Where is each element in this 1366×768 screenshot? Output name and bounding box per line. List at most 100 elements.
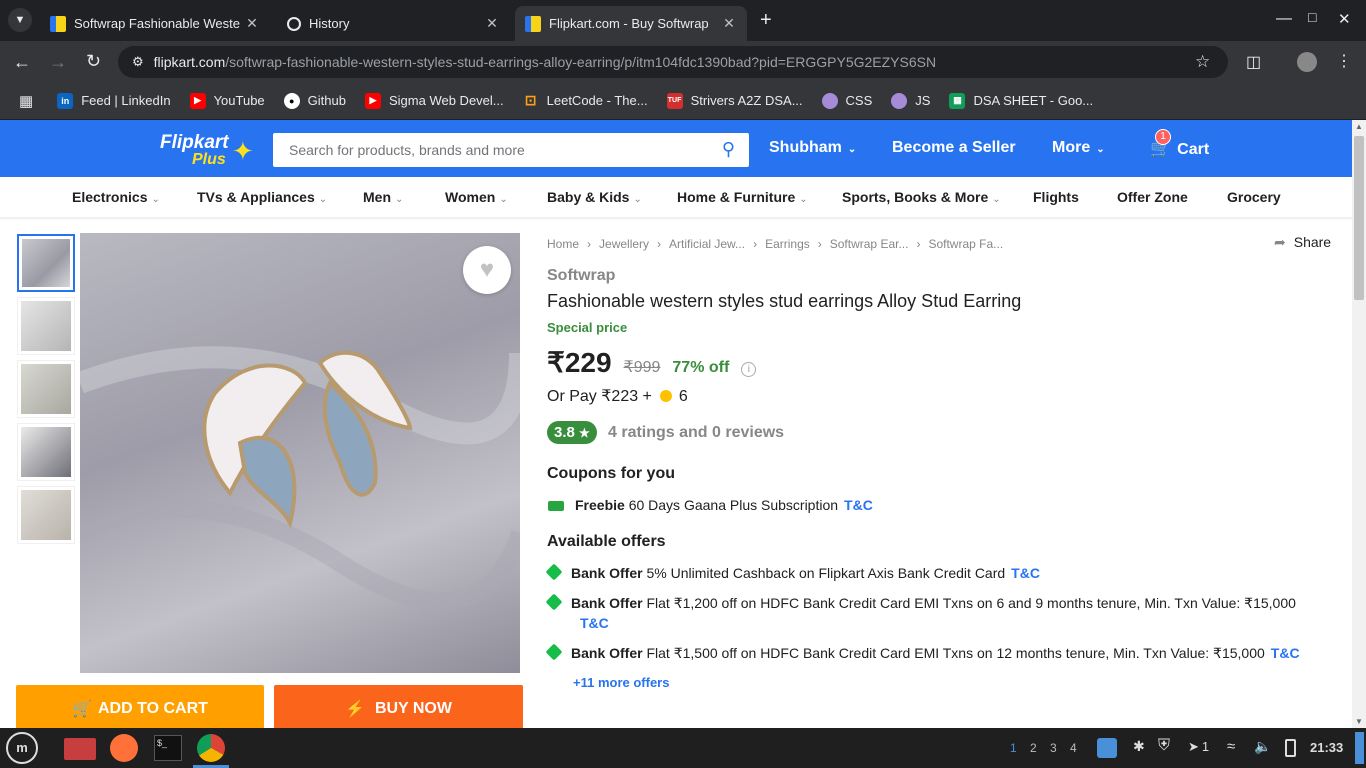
menu-kebab-icon[interactable]: ⋮	[1336, 51, 1352, 71]
product-thumbnail[interactable]	[17, 360, 75, 418]
cart-link[interactable]: 🛒 Cart 1	[1150, 129, 1209, 159]
bookmark-js[interactable]: JS	[891, 92, 930, 109]
firefox-icon[interactable]	[110, 734, 138, 762]
bookmark-github[interactable]: ● Github	[283, 92, 346, 109]
category-offer-zone[interactable]: Offer Zone	[1117, 189, 1188, 205]
close-tab-icon[interactable]: ✕	[484, 15, 500, 32]
bookmark-leetcode[interactable]: ⊡ LeetCode - The...	[523, 92, 648, 109]
workspace-3[interactable]: 3	[1050, 741, 1057, 755]
category-flights[interactable]: Flights	[1033, 189, 1079, 205]
workspace-1[interactable]: 1	[1010, 741, 1017, 755]
breadcrumb-item[interactable]: Artificial Jew...	[669, 237, 745, 251]
update-manager-icon[interactable]	[1097, 738, 1117, 758]
tab-search-button[interactable]: ▼	[8, 8, 32, 32]
supercoin-icon	[660, 390, 673, 402]
breadcrumb-item[interactable]: Earrings	[765, 237, 810, 251]
leetcode-icon: ⊡	[524, 92, 537, 108]
category-men[interactable]: Men ⌄	[363, 189, 403, 205]
volume-icon[interactable]: 🔈	[1254, 738, 1271, 755]
bookmark-youtube[interactable]: ▶ YouTube	[189, 92, 265, 109]
category-tvs-appliances[interactable]: TVs & Appliances ⌄	[197, 189, 327, 205]
chrome-icon[interactable]	[197, 734, 225, 762]
product-thumbnail[interactable]	[17, 234, 75, 292]
product-main-image[interactable]: ♥	[80, 233, 520, 673]
breadcrumb-item[interactable]: Jewellery	[599, 237, 649, 251]
minimize-icon[interactable]: —	[1276, 10, 1292, 28]
back-icon[interactable]: ←	[13, 52, 31, 73]
offer-tc-link[interactable]: T&C	[1011, 565, 1040, 581]
offer-tc-link[interactable]: T&C	[1271, 645, 1300, 661]
terminal-icon[interactable]: $_	[154, 735, 182, 761]
scroll-down-arrow[interactable]: ▼	[1355, 717, 1363, 726]
bookmark-dsa-sheet[interactable]: ▦ DSA SHEET - Goo...	[949, 92, 1093, 109]
apps-grid-icon[interactable]: ▦	[19, 92, 33, 110]
category-home-furniture[interactable]: Home & Furniture ⌄	[677, 189, 808, 205]
avatar-icon	[891, 92, 908, 109]
shield-icon[interactable]: ⛨	[1158, 737, 1170, 755]
tab-history[interactable]: History ✕	[277, 6, 510, 41]
product-thumbnail[interactable]	[17, 423, 75, 481]
more-offers-link[interactable]: +11 more offers	[573, 675, 669, 690]
show-desktop-button[interactable]	[1355, 732, 1364, 764]
bookmark-linkedin[interactable]: in Feed | LinkedIn	[57, 92, 171, 109]
wishlist-heart-icon[interactable]: ♥	[463, 246, 511, 294]
battery-icon[interactable]	[1285, 739, 1296, 757]
tab-flipkart-active[interactable]: Flipkart.com - Buy Softwrap ✕	[515, 6, 747, 41]
bluetooth-icon[interactable]: ✱	[1133, 738, 1145, 755]
buy-now-button[interactable]: ⚡ BUY NOW	[274, 685, 523, 733]
breadcrumb-item[interactable]: Home	[547, 237, 579, 251]
chevron-down-icon: ⌄	[395, 194, 404, 205]
search-input[interactable]: Search for products, brands and more ⚲	[273, 133, 749, 167]
info-icon[interactable]: i	[741, 362, 757, 377]
bookmark-css[interactable]: CSS	[821, 92, 872, 109]
workspace-2[interactable]: 2	[1030, 741, 1037, 755]
close-tab-icon[interactable]: ✕	[721, 15, 737, 32]
sheets-icon: ▦	[949, 92, 966, 109]
bookmark-sigma[interactable]: ▶ Sigma Web Devel...	[364, 92, 504, 109]
files-icon[interactable]	[64, 738, 96, 760]
scroll-up-arrow[interactable]: ▲	[1355, 122, 1363, 131]
avatar-icon	[821, 92, 838, 109]
rating-badge[interactable]: 3.8 ★	[547, 421, 597, 444]
notifications-icon[interactable]: ➤ 1	[1188, 739, 1209, 755]
breadcrumb-item[interactable]: Softwrap Ear...	[830, 237, 909, 251]
new-tab-icon[interactable]: +	[760, 9, 772, 32]
extensions-icon[interactable]: ◫	[1246, 52, 1261, 72]
close-window-icon[interactable]: ✕	[1338, 10, 1351, 28]
search-icon[interactable]: ⚲	[722, 139, 735, 160]
add-to-cart-button[interactable]: 🛒 ADD TO CART	[16, 685, 264, 733]
tab-softwrap[interactable]: Softwrap Fashionable Weste ✕	[40, 6, 270, 41]
wifi-icon[interactable]: ≈	[1227, 738, 1235, 755]
product-thumbnail[interactable]	[17, 486, 75, 544]
workspace-4[interactable]: 4	[1070, 741, 1077, 755]
forward-icon[interactable]: →	[49, 52, 67, 73]
reload-icon[interactable]: ↻	[86, 51, 101, 72]
scroll-thumb[interactable]	[1354, 136, 1364, 300]
become-seller-link[interactable]: Become a Seller	[892, 139, 1016, 157]
category-baby-kids[interactable]: Baby & Kids ⌄	[547, 189, 642, 205]
category-electronics[interactable]: Electronics ⌄	[72, 189, 160, 205]
mint-menu-icon[interactable]: m	[6, 732, 38, 764]
category-grocery[interactable]: Grocery	[1227, 189, 1281, 205]
offer-tc-link[interactable]: T&C	[580, 615, 609, 631]
product-thumbnail[interactable]	[17, 297, 75, 355]
more-menu[interactable]: More ⌄	[1052, 139, 1105, 157]
clock[interactable]: 21:33	[1310, 740, 1343, 755]
site-info-icon[interactable]: ⚙	[132, 54, 144, 70]
product-brand[interactable]: Softwrap	[547, 267, 615, 285]
user-menu[interactable]: Shubham ⌄	[769, 139, 856, 157]
profile-avatar[interactable]	[1297, 52, 1317, 72]
address-bar[interactable]: ⚙ flipkart.com/softwrap-fashionable-west…	[118, 46, 1228, 78]
page-scrollbar[interactable]: ▲ ▼	[1352, 120, 1366, 728]
category-sports-books[interactable]: Sports, Books & More ⌄	[842, 189, 1001, 205]
share-button[interactable]: ➦ Share	[1274, 234, 1331, 251]
maximize-icon[interactable]: □	[1308, 9, 1316, 25]
bookmark-star-icon[interactable]: ☆	[1195, 52, 1210, 72]
rating-count[interactable]: 4 ratings and 0 reviews	[608, 424, 784, 442]
bookmark-strivers[interactable]: TUF Strivers A2Z DSA...	[666, 92, 803, 109]
flipkart-plus-logo[interactable]: Flipkart Plus ✦	[160, 130, 264, 170]
close-tab-icon[interactable]: ✕	[244, 15, 260, 32]
product-title: Fashionable western styles stud earrings…	[547, 291, 1022, 311]
category-women[interactable]: Women ⌄	[445, 189, 508, 205]
coupon-tc-link[interactable]: T&C	[844, 497, 873, 513]
